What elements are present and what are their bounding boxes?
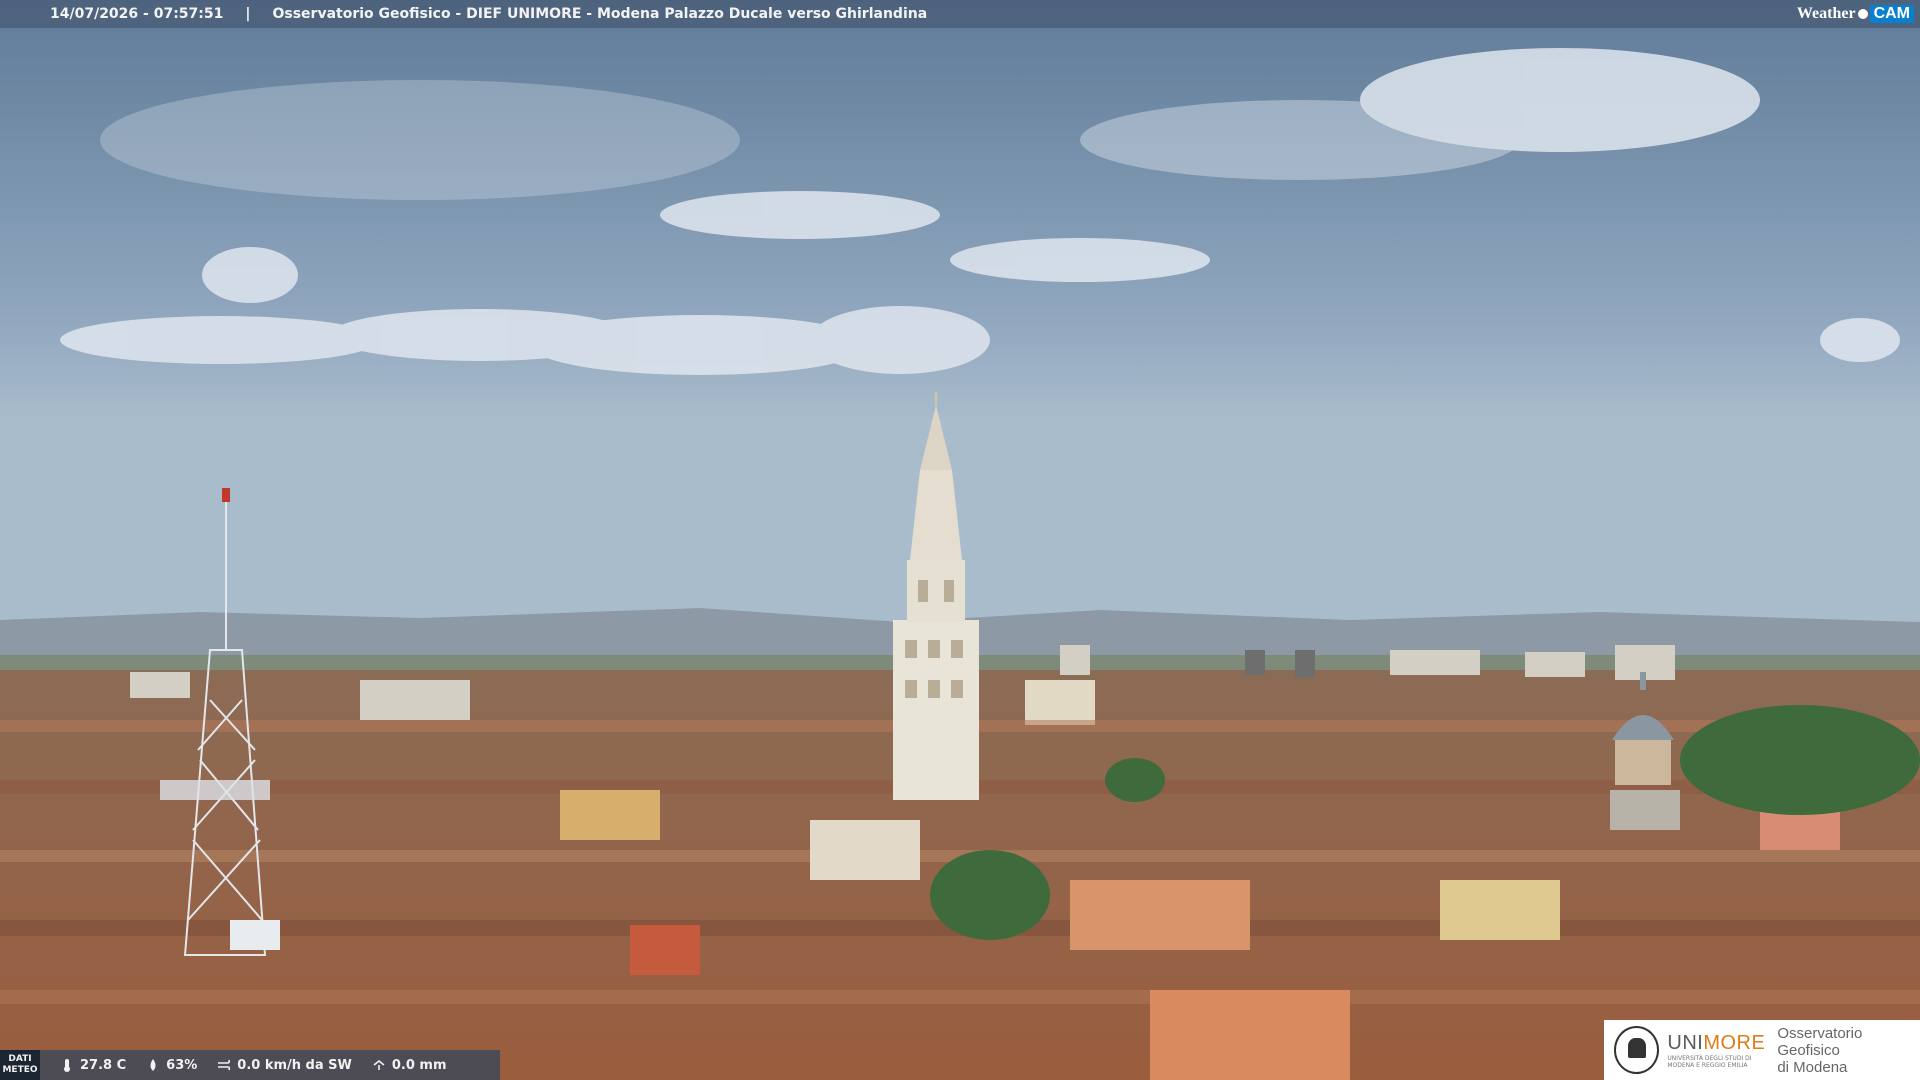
- observatory-line1: Osservatorio Geofisico: [1777, 1024, 1863, 1059]
- separator: |: [245, 6, 251, 22]
- rain-value: 0.0 mm: [391, 1057, 447, 1073]
- weathercam-logo-weather: Weather: [1796, 5, 1856, 22]
- unimore-name-suffix: MORE: [1703, 1031, 1766, 1054]
- meteo-badge: DATI METEO: [0, 1050, 40, 1080]
- unimore-subtitle: UNIVERSITÀ DEGLI STUDI DI MODENA E REGGI…: [1667, 1054, 1752, 1069]
- thermometer-icon: [64, 1059, 70, 1072]
- weathercam-logo-cam: CAM: [1869, 5, 1914, 23]
- unimore-name: UNIMORE: [1667, 1032, 1765, 1055]
- wind-icon: [218, 1059, 231, 1071]
- observatory-line2: di Modena: [1777, 1058, 1848, 1076]
- wind-value: 0.0 km/h da SW: [237, 1057, 352, 1073]
- weathercam-logo: Weather CAM: [1797, 3, 1914, 25]
- rain-reading: 0.0 mm: [372, 1058, 447, 1073]
- rain-icon: [373, 1059, 385, 1070]
- unimore-name-prefix: UNI: [1667, 1031, 1704, 1054]
- meteo-data-bar: DATI METEO 27.8 C 63% 0.0 km/h da SW 0.0…: [0, 1050, 500, 1080]
- temperature-reading: 27.8 C: [60, 1058, 126, 1073]
- humidity-value: 63%: [166, 1057, 198, 1073]
- meteo-badge-line2: METEO: [2, 1065, 38, 1075]
- webcam-scene: [0, 0, 1920, 1080]
- observatory-name: Osservatorio Geofisico di Modena: [1777, 1025, 1920, 1076]
- meteo-badge-line1: DATI: [8, 1054, 32, 1064]
- info-bar: 14/07/2026 - 07:57:51 | Osservatorio Geo…: [0, 0, 1920, 28]
- unimore-logo: UNIMORE UNIVERSITÀ DEGLI STUDI DI MODENA…: [1604, 1020, 1920, 1080]
- temperature-value: 27.8 C: [80, 1057, 127, 1073]
- humidity-reading: 63%: [146, 1058, 197, 1073]
- camera-title: Osservatorio Geofisico - DIEF UNIMORE - …: [272, 6, 928, 22]
- humidity-drop-icon: [150, 1059, 156, 1071]
- unimore-wordmark: UNIMORE UNIVERSITÀ DEGLI STUDI DI MODENA…: [1667, 1032, 1765, 1069]
- wind-reading: 0.0 km/h da SW: [217, 1058, 352, 1073]
- camera-lens-icon: [1857, 9, 1868, 19]
- timestamp: 14/07/2026 - 07:57:51: [50, 6, 224, 22]
- university-seal-icon: [1614, 1026, 1660, 1074]
